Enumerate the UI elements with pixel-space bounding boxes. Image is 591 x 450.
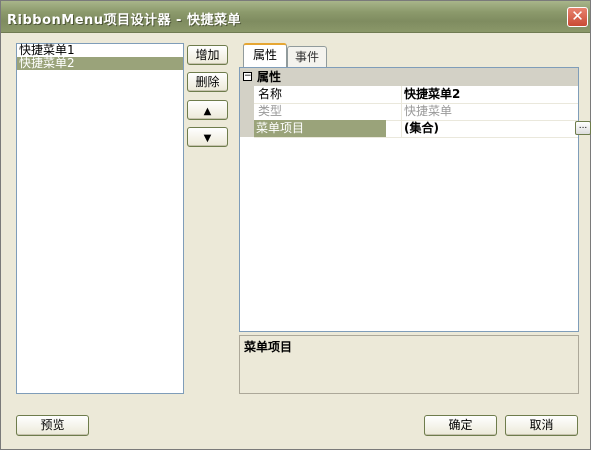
description-title: 菜单项目: [244, 340, 293, 354]
add-button[interactable]: 增加: [187, 45, 228, 65]
close-icon: ✕: [571, 7, 584, 25]
collapse-icon[interactable]: −: [243, 72, 252, 81]
category-label: 属性: [257, 70, 282, 84]
close-button[interactable]: ✕: [567, 7, 588, 27]
preview-button[interactable]: 预览: [16, 415, 89, 436]
delete-button[interactable]: 删除: [187, 72, 228, 92]
ellipsis-button[interactable]: ...: [575, 121, 591, 135]
category-row[interactable]: − 属性: [240, 68, 578, 86]
cancel-button[interactable]: 取消: [505, 415, 578, 436]
grid-margin: [240, 86, 254, 137]
arrow-up-icon: ▲: [203, 106, 212, 117]
property-row-menu-items[interactable]: 菜单项目 (集合) ...: [254, 120, 591, 138]
ok-button[interactable]: 确定: [424, 415, 497, 436]
property-name: 类型: [258, 104, 283, 118]
property-value[interactable]: 快捷菜单2: [401, 86, 579, 103]
property-grid: − 属性 名称 快捷菜单2 类型 快捷菜单 菜单项目 (集合) ...: [239, 67, 591, 332]
window-title: RibbonMenu项目设计器 - 快捷菜单: [7, 13, 241, 28]
property-name: 菜单项目: [254, 120, 386, 137]
property-value: 快捷菜单: [401, 103, 579, 120]
list-item[interactable]: 快捷菜单2: [17, 57, 183, 70]
move-up-button[interactable]: ▲: [187, 100, 228, 120]
menu-listbox[interactable]: 快捷菜单1 快捷菜单2: [16, 43, 184, 394]
arrow-down-icon: ▼: [203, 133, 212, 144]
move-down-button[interactable]: ▼: [187, 127, 228, 147]
designer-window: RibbonMenu项目设计器 - 快捷菜单 ✕ 快捷菜单1 快捷菜单2 增加 …: [0, 0, 591, 450]
description-panel: 菜单项目: [239, 335, 579, 394]
property-row-name[interactable]: 名称 快捷菜单2: [254, 86, 578, 104]
property-name: 名称: [258, 87, 283, 101]
tab-events[interactable]: 事件: [287, 46, 327, 67]
property-row-type[interactable]: 类型 快捷菜单: [254, 103, 578, 121]
property-value[interactable]: (集合): [401, 120, 579, 137]
tab-properties[interactable]: 属性: [243, 43, 287, 67]
title-bar[interactable]: RibbonMenu项目设计器 - 快捷菜单 ✕: [1, 1, 590, 33]
